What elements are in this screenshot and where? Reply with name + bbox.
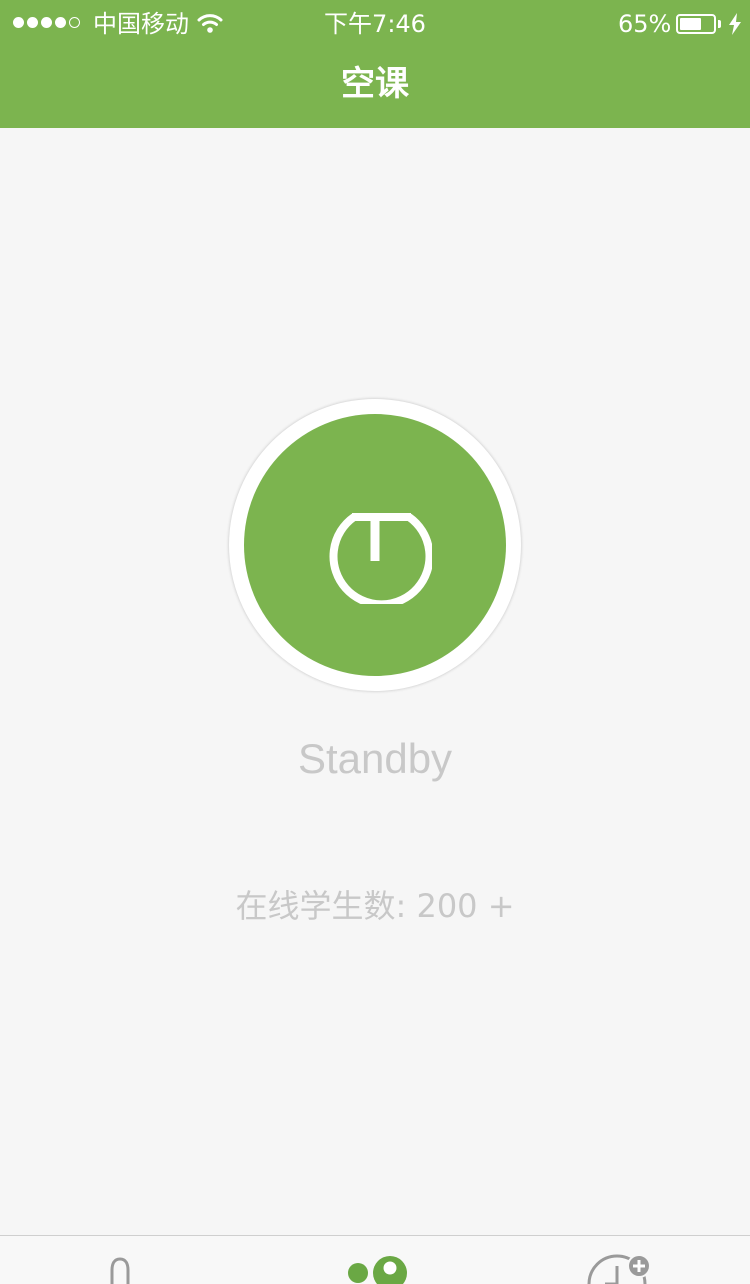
- online-students-count: 200 +: [416, 887, 515, 925]
- battery-percentage: 65%: [618, 10, 672, 38]
- standby-power-icon: [329, 513, 432, 604]
- online-students-row: 在线学生数: 200 +: [0, 885, 750, 927]
- standby-button-face: [244, 414, 506, 676]
- status-bar: 中国移动 下午7:46 65%: [0, 0, 750, 48]
- page-title: 空课: [341, 64, 409, 104]
- battery-level-fill: [680, 18, 701, 30]
- tab-bar: [0, 1235, 750, 1284]
- online-students-label: 在线学生数:: [235, 887, 407, 925]
- classroom-icon[interactable]: [346, 1253, 412, 1284]
- battery-icon: [676, 14, 716, 34]
- top-bar: 中国移动 下午7:46 65% 空课: [0, 0, 750, 128]
- standby-button[interactable]: [229, 399, 521, 691]
- add-schedule-icon[interactable]: [585, 1254, 655, 1284]
- charging-icon: [729, 13, 741, 35]
- standby-status-label: Standby: [297, 735, 453, 782]
- microphone-icon[interactable]: [106, 1256, 134, 1284]
- battery-cap: [718, 20, 721, 28]
